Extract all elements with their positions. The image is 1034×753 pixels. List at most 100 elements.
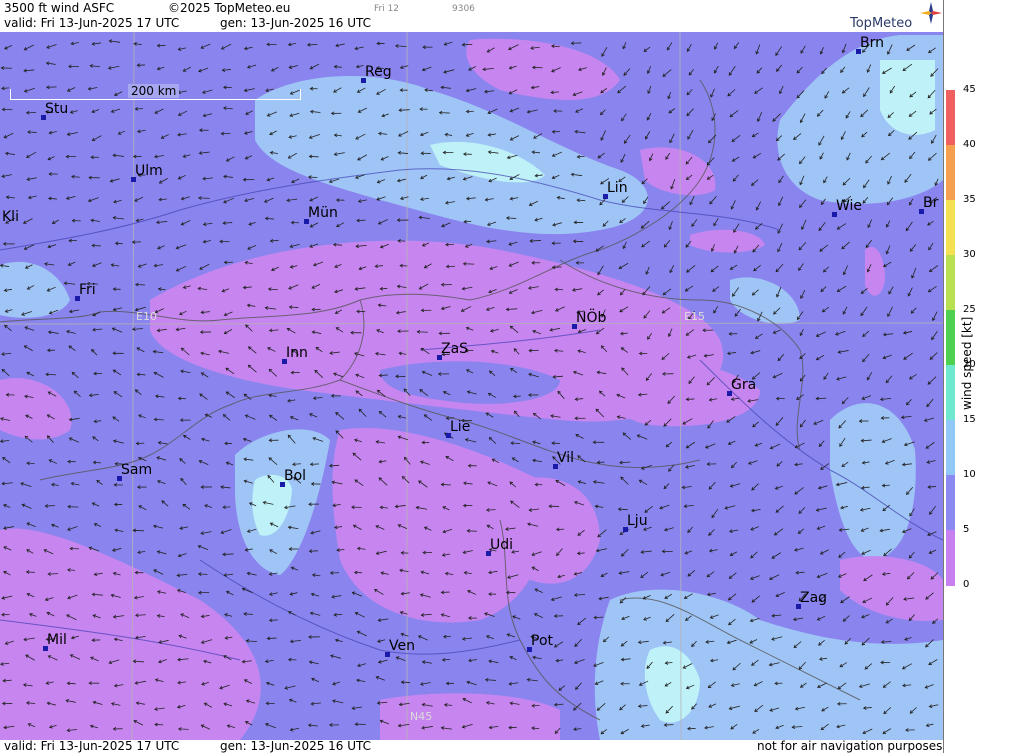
city-dot bbox=[856, 49, 861, 54]
copyright: ©2025 TopMeteo.eu bbox=[168, 1, 291, 15]
generated-time: gen: 13-Jun-2025 16 UTC bbox=[220, 16, 372, 30]
city-marker[interactable]: Pot bbox=[527, 633, 553, 652]
footer-valid-time: valid: Fri 13-Jun-2025 17 UTC bbox=[4, 739, 180, 753]
city-dot bbox=[41, 115, 46, 120]
legend-tick-label: 30 bbox=[963, 249, 976, 260]
city-marker[interactable]: Ven bbox=[385, 638, 415, 657]
lon-label-e15: E15 bbox=[684, 310, 705, 323]
city-marker[interactable]: Lie bbox=[446, 419, 471, 438]
brand-logo: TopMeteo bbox=[850, 16, 913, 31]
city-dot bbox=[527, 647, 532, 652]
scale-bar-label: 200 km bbox=[128, 84, 180, 98]
city-marker[interactable]: Stu bbox=[41, 101, 69, 120]
city-dot bbox=[796, 604, 801, 609]
city-marker[interactable]: Lin bbox=[603, 180, 628, 199]
code-label: 9306 bbox=[452, 4, 475, 14]
wind-arrow bbox=[510, 442, 521, 444]
city-marker[interactable]: Ulm bbox=[131, 163, 163, 182]
city-label: Pot bbox=[531, 633, 553, 649]
city-label: Sam bbox=[121, 462, 153, 478]
city-marker[interactable]: Mil bbox=[43, 632, 67, 651]
city-label: Stu bbox=[45, 101, 69, 117]
city-label: Bol bbox=[284, 468, 307, 484]
wind-arrow bbox=[441, 484, 451, 486]
wind-arrow bbox=[198, 197, 210, 199]
city-label: Inn bbox=[286, 345, 308, 361]
city-label: Wie bbox=[836, 198, 863, 214]
wind-arrow bbox=[506, 217, 517, 219]
city-marker[interactable]: Gra bbox=[727, 377, 757, 396]
city-marker[interactable]: Mün bbox=[304, 205, 338, 224]
city-label: Ulm bbox=[135, 163, 163, 179]
footer-disclaimer: not for air navigation purposes bbox=[757, 739, 943, 753]
city-marker[interactable]: Bol bbox=[280, 468, 307, 487]
city-marker[interactable]: Fri bbox=[75, 282, 96, 301]
product-title: 3500 ft wind ASFC bbox=[4, 1, 115, 15]
city-label: Lie bbox=[450, 419, 471, 435]
city-label: Mün bbox=[308, 205, 338, 221]
city-dot bbox=[361, 78, 366, 83]
city-dot bbox=[553, 464, 558, 469]
wind-arrow bbox=[178, 728, 189, 730]
wind-arrow bbox=[816, 397, 827, 400]
color-bar-segment bbox=[946, 420, 955, 476]
city-dot bbox=[603, 194, 608, 199]
city-marker[interactable]: ZaS bbox=[437, 341, 469, 360]
legend-tick-label: 45 bbox=[963, 84, 976, 95]
city-label: Lju bbox=[627, 513, 648, 529]
city-label: Vil bbox=[557, 450, 575, 466]
city-dot bbox=[446, 433, 451, 438]
city-dot bbox=[131, 177, 136, 182]
wind-field bbox=[0, 32, 943, 740]
wind-arrow bbox=[222, 553, 234, 555]
city-marker[interactable]: Vil bbox=[553, 450, 575, 469]
city-dot bbox=[727, 391, 732, 396]
city-label: Udi bbox=[490, 537, 514, 553]
color-legend: 45 40 35 30 25 20 15 10 5 0 bbox=[943, 0, 1034, 753]
city-dot bbox=[486, 551, 491, 556]
city-marker[interactable]: Sam bbox=[117, 462, 153, 481]
city-marker[interactable]: Brn bbox=[856, 35, 884, 54]
color-bar-segment bbox=[946, 530, 955, 586]
city-dot bbox=[385, 652, 390, 657]
city-dot bbox=[623, 527, 628, 532]
color-bar bbox=[946, 90, 955, 586]
city-label: Reg bbox=[365, 64, 392, 80]
city-label: Ven bbox=[389, 638, 415, 654]
color-bar-segment bbox=[946, 255, 955, 311]
color-bar-segment bbox=[946, 310, 955, 366]
legend-tick-label: 0 bbox=[963, 579, 970, 590]
city-marker[interactable]: Zag bbox=[796, 590, 827, 609]
color-bar-segment bbox=[946, 90, 955, 146]
legend-tick-label: 40 bbox=[963, 139, 976, 150]
city-marker[interactable]: Lju bbox=[623, 513, 648, 532]
city-marker[interactable]: Kli bbox=[2, 209, 19, 225]
city-marker[interactable]: NÖb bbox=[572, 310, 607, 329]
city-label: Gra bbox=[731, 377, 757, 393]
legend-unit-label: wind speed [kt] bbox=[960, 316, 974, 410]
city-label: Kli bbox=[2, 209, 19, 225]
legend-tick-label: 25 bbox=[963, 304, 976, 315]
city-dot bbox=[304, 219, 309, 224]
color-bar-segment bbox=[946, 200, 955, 256]
city-label: ZaS bbox=[441, 341, 469, 357]
city-dot bbox=[572, 324, 577, 329]
footer-generated-time: gen: 13-Jun-2025 16 UTC bbox=[220, 739, 372, 753]
wind-arrow bbox=[573, 240, 584, 243]
legend-tick-label: 5 bbox=[963, 524, 970, 535]
city-dot bbox=[832, 212, 837, 217]
city-dot bbox=[43, 646, 48, 651]
legend-tick-label: 15 bbox=[963, 414, 976, 425]
city-marker[interactable]: Udi bbox=[486, 537, 514, 556]
city-dot bbox=[117, 476, 122, 481]
city-marker[interactable]: Wie bbox=[832, 198, 863, 217]
city-marker[interactable]: Reg bbox=[361, 64, 392, 83]
legend-tick-label: 10 bbox=[963, 469, 976, 480]
lon-label-e10: E10 bbox=[136, 310, 157, 323]
city-label: NÖb bbox=[576, 310, 607, 326]
wind-map[interactable]: 200 km E10 E15 N45 Stu Reg Brn Ulm Lin K… bbox=[0, 32, 943, 740]
color-bar-segment bbox=[946, 145, 955, 201]
city-marker[interactable]: Inn bbox=[282, 345, 308, 364]
city-marker[interactable]: Br bbox=[919, 195, 938, 214]
map-header: 3500 ft wind ASFC ©2025 TopMeteo.eu Fri … bbox=[0, 0, 943, 33]
